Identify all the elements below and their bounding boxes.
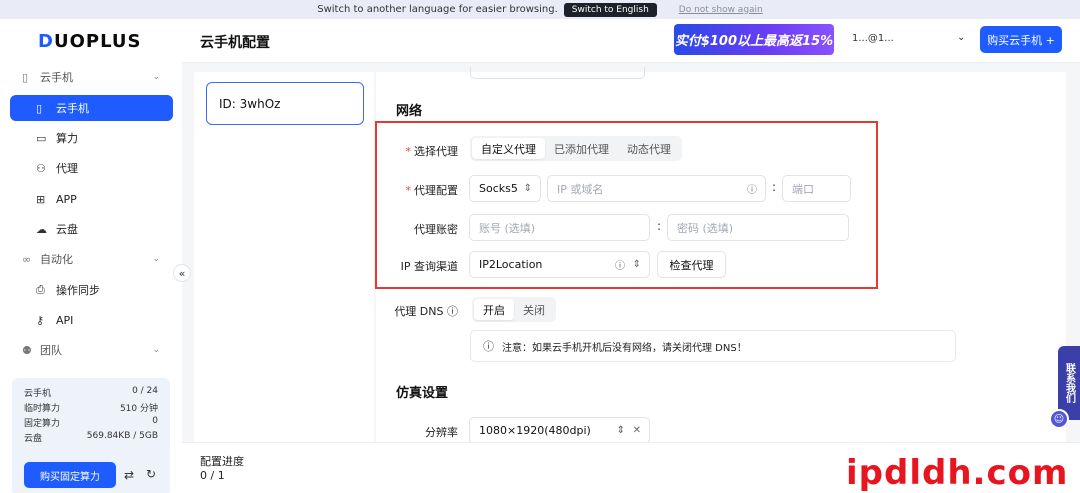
info-icon[interactable]: ⓘ	[615, 257, 625, 272]
select-arrows-icon: ⇕	[632, 259, 641, 270]
info-icon[interactable]: ⓘ	[747, 181, 757, 196]
dismiss-banner-link[interactable]: Do not show again	[679, 5, 763, 15]
sidebar-item-sync[interactable]: ⎙ 操作同步	[10, 277, 173, 303]
chevron-down-icon: ⌄	[152, 72, 160, 82]
password-input[interactable]: 密码 (选填)	[667, 214, 849, 241]
sidebar-item-cloud-phone[interactable]: ▯ 云手机	[10, 95, 173, 121]
dns-notice: ⓘ 注意：如果云手机开机后没有网络，请关闭代理 DNS！	[470, 330, 956, 362]
proxy-select-label: * 选择代理	[405, 145, 459, 158]
colon-separator: :	[657, 219, 662, 233]
progress-label: 配置进度	[200, 455, 244, 468]
language-banner: Switch to another language for easier br…	[0, 0, 1080, 19]
proxy-account-label: 代理账密	[414, 223, 458, 236]
device-list-panel: ID: 3whOz	[194, 72, 374, 442]
dns-off-option[interactable]: 关闭	[514, 299, 554, 320]
monitor-icon: ▭	[36, 131, 47, 145]
switch-language-button[interactable]: Switch to English	[563, 2, 657, 17]
transfer-icon[interactable]: ⇄	[124, 468, 134, 482]
sidebar-group-cloud-phone[interactable]: ▯ 云手机 ⌄	[0, 64, 182, 90]
colon-separator: :	[772, 180, 777, 194]
infinity-icon: ∞	[22, 252, 32, 266]
printer-icon: ⎙	[36, 283, 45, 296]
chevron-down-icon: ⌄	[152, 254, 160, 264]
sidebar: DUOPLUS ▯ 云手机 ⌄ ▯ 云手机 ▭ 算力 ⚇ 代理 ⊞ APP ☁ …	[0, 19, 182, 493]
phone-icon: ▯	[36, 101, 43, 115]
proxy-option-custom[interactable]: 自定义代理	[472, 138, 545, 159]
progress-value: 0 / 1	[200, 469, 225, 482]
buy-cloud-phone-button[interactable]: 购买云手机 +	[980, 26, 1062, 53]
chat-icon[interactable]: ☺	[1049, 409, 1069, 429]
dns-toggle: 开启 关闭	[472, 297, 556, 322]
clipped-field	[470, 67, 645, 79]
help-icon[interactable]: ⓘ	[447, 305, 458, 318]
sidebar-item-compute[interactable]: ▭ 算力	[10, 125, 173, 151]
logo: DUOPLUS	[38, 31, 142, 52]
host-input[interactable]: IP 或域名 ⓘ	[547, 175, 766, 202]
chevron-down-icon[interactable]: ⌄	[957, 32, 965, 43]
config-panel: 网络 * 选择代理 自定义代理 已添加代理 动态代理 * 代理配置 Socks5 ⇕…	[375, 67, 1066, 444]
sidebar-group-team[interactable]: ⚉ 团队 ⌄	[0, 337, 182, 363]
sidebar-item-api[interactable]: ⚷ API	[10, 307, 173, 333]
proxy-dns-label: 代理 DNS ⓘ	[394, 305, 458, 318]
resolution-select[interactable]: 1080×1920(480dpi) ⇕ ✕	[469, 417, 650, 444]
proxy-type-segmented: 自定义代理 已添加代理 动态代理	[470, 136, 682, 161]
header: 云手机配置 实付$100以上最高返15% 1...@1... ⌄ 购买云手机 +	[182, 19, 1080, 63]
chevron-down-icon: ⌄	[152, 345, 160, 355]
clear-icon[interactable]: ✕	[633, 425, 641, 436]
page-title: 云手机配置	[200, 35, 270, 51]
stat-row: 临时算力 510 分钟	[24, 404, 158, 414]
proxy-option-added[interactable]: 已添加代理	[545, 138, 618, 159]
ip-query-label: IP 查询渠道	[400, 260, 458, 273]
proxy-config-label: * 代理配置	[405, 184, 459, 197]
port-input[interactable]: 端口	[782, 175, 851, 202]
phone-outline-icon: ▯	[22, 70, 29, 84]
promo-banner[interactable]: 实付$100以上最高返15%	[674, 24, 834, 55]
watermark: ipdldh.com	[846, 453, 1069, 493]
collapse-sidebar-icon[interactable]: «	[173, 264, 191, 282]
select-arrows-icon: ⇕	[523, 183, 532, 194]
network-icon: ⚇	[36, 161, 46, 175]
language-banner-message: Switch to another language for easier br…	[317, 4, 558, 15]
simulation-section-title: 仿真设置	[396, 386, 449, 401]
network-section-title: 网络	[396, 104, 423, 119]
team-icon: ⚉	[22, 343, 32, 357]
dns-on-option[interactable]: 开启	[474, 299, 514, 320]
account-name[interactable]: 1...@1...	[852, 33, 894, 44]
stat-row: 云盘 569.84KB / 5GB	[24, 431, 158, 444]
check-proxy-button[interactable]: 检查代理	[657, 251, 726, 278]
apps-grid-icon: ⊞	[36, 192, 46, 206]
sidebar-group-automation[interactable]: ∞ 自动化 ⌄	[0, 246, 182, 272]
proxy-option-dynamic[interactable]: 动态代理	[618, 138, 680, 159]
device-card[interactable]: ID: 3whOz	[206, 82, 364, 125]
sidebar-item-cloud-drive[interactable]: ☁ 云盘	[10, 216, 173, 242]
usage-stats: 云手机 0 / 24 临时算力 510 分钟 固定算力 0 云盘 569.84KB / …	[12, 378, 170, 493]
username-input[interactable]: 账号 (选填)	[469, 214, 650, 241]
stat-row: 固定算力 0	[24, 416, 158, 429]
key-icon: ⚷	[36, 313, 45, 327]
protocol-select[interactable]: Socks5 ⇕	[469, 175, 541, 202]
info-icon: ⓘ	[483, 340, 494, 353]
resolution-label: 分辨率	[425, 426, 458, 439]
cloud-icon: ☁	[36, 222, 47, 236]
sidebar-item-proxy[interactable]: ⚇ 代理	[10, 155, 173, 181]
refresh-icon[interactable]: ↻	[146, 467, 156, 481]
select-arrows-icon: ⇕	[616, 425, 625, 436]
stat-row: 云手机 0 / 24	[24, 386, 158, 399]
ip-query-select[interactable]: IP2Location ⓘ ⇕	[469, 251, 650, 278]
buy-fixed-compute-button[interactable]: 购买固定算力	[24, 462, 116, 488]
sidebar-item-app[interactable]: ⊞ APP	[10, 186, 173, 212]
